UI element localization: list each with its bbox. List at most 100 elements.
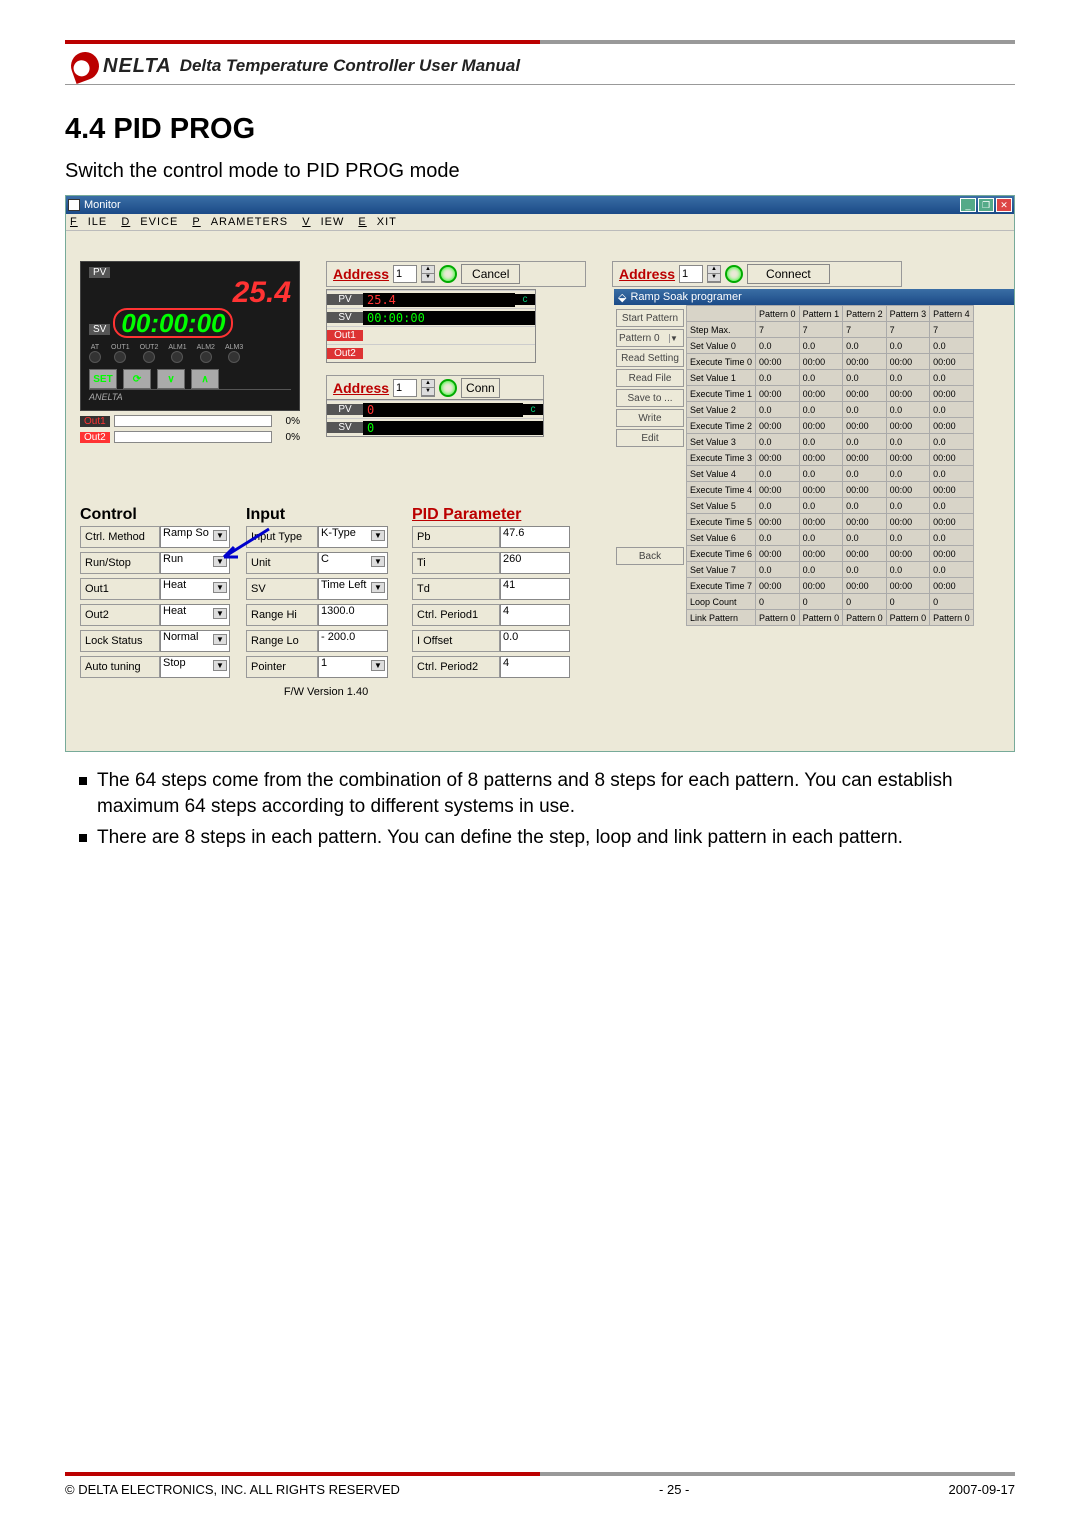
panel-key[interactable]: ∧	[191, 369, 219, 389]
status-led-icon	[143, 351, 155, 363]
ramp-button[interactable]: Read Setting	[616, 349, 684, 367]
ramp-button[interactable]: Pattern 0▼	[616, 329, 684, 347]
footer-left: © DELTA ELECTRONICS, INC. ALL RIGHTS RES…	[65, 1482, 400, 1497]
pv-panel: PV 25.4 SV 00:00:00 ATOUT1OUT2ALM1ALM2AL…	[80, 261, 300, 443]
address-label-3: Address	[333, 380, 389, 396]
ramp-button[interactable]: Start Pattern	[616, 309, 684, 327]
menu-file[interactable]: FILE	[70, 216, 107, 228]
address-input-1[interactable]	[393, 265, 417, 283]
table-row[interactable]: Set Value 30.00.00.00.00.0	[687, 434, 974, 450]
table-row[interactable]: Set Value 70.00.00.00.00.0	[687, 562, 974, 578]
field-value[interactable]: K-Type	[318, 526, 388, 548]
table-row[interactable]: Execute Time 600:0000:0000:0000:0000:00	[687, 546, 974, 562]
pv-value: 25.4	[89, 278, 291, 308]
ramp-button[interactable]: Read File	[616, 369, 684, 387]
table-row[interactable]: Set Value 50.00.00.00.00.0	[687, 498, 974, 514]
menu-exit[interactable]: EXIT	[358, 216, 396, 228]
menubar[interactable]: FILE DEVICE PARAMETERS VIEW EXIT	[66, 214, 1014, 231]
status-led-icon	[228, 351, 240, 363]
field-value[interactable]: - 200.0	[318, 630, 388, 652]
ramp-button[interactable]: Save to ...	[616, 389, 684, 407]
field-label: Out2	[80, 604, 160, 626]
menu-device[interactable]: DEVICE	[121, 216, 178, 228]
led-label: AT	[89, 344, 101, 351]
table-row[interactable]: Execute Time 000:0000:0000:0000:0000:00	[687, 354, 974, 370]
input-title: Input	[246, 506, 406, 524]
table-row[interactable]: Execute Time 400:0000:0000:0000:0000:00	[687, 482, 974, 498]
connect-button[interactable]: Connect	[747, 264, 830, 284]
ramp-button[interactable]: Edit	[616, 429, 684, 447]
panel-key[interactable]: ∨	[157, 369, 185, 389]
address-bar-2: Address ▲▼ Connect	[612, 261, 902, 287]
field-value[interactable]: Heat	[160, 578, 230, 600]
table-row[interactable]: Set Value 20.00.00.00.00.0	[687, 402, 974, 418]
field-value[interactable]: Ramp So	[160, 526, 230, 548]
table-row[interactable]: Set Value 10.00.00.00.00.0	[687, 370, 974, 386]
conn-button[interactable]: Conn	[461, 378, 500, 398]
status-led-icon	[114, 351, 126, 363]
mini-pv-panel-1: PV25.4c SV00:00:00 Out1 Out2	[326, 289, 536, 363]
close-button[interactable]: ✕	[996, 198, 1012, 212]
panel-brand: ANELTA	[89, 389, 291, 402]
titlebar[interactable]: Monitor _ ❐ ✕	[66, 196, 1014, 214]
mini-pv-panel-2: PV0c SV0	[326, 399, 544, 437]
field-label: Ti	[412, 552, 500, 574]
field-label: Run/Stop	[80, 552, 160, 574]
field-value[interactable]: Run	[160, 552, 230, 574]
address-label-2: Address	[619, 266, 675, 282]
field-value[interactable]: 41	[500, 578, 570, 600]
out2-tag: Out2	[80, 432, 110, 443]
table-row[interactable]: Execute Time 200:0000:0000:0000:0000:00	[687, 418, 974, 434]
field-value[interactable]: Heat	[160, 604, 230, 626]
minimize-button[interactable]: _	[960, 198, 976, 212]
sv-value: 00:00:00	[113, 308, 233, 338]
field-value[interactable]: 260	[500, 552, 570, 574]
field-value[interactable]: Normal	[160, 630, 230, 652]
table-row[interactable]: Set Value 00.00.00.00.00.0	[687, 338, 974, 354]
address-input-3[interactable]	[393, 379, 417, 397]
ramp-table[interactable]: Pattern 0Pattern 1Pattern 2Pattern 3Patt…	[686, 305, 974, 626]
menu-view[interactable]: VIEW	[302, 216, 344, 228]
out2-bar	[114, 431, 272, 443]
mini1-o2: Out2	[327, 348, 363, 359]
field-value[interactable]: C	[318, 552, 388, 574]
table-row[interactable]: Execute Time 300:0000:0000:0000:0000:00	[687, 450, 974, 466]
led-label: ALM2	[197, 344, 215, 351]
field-label: Unit	[246, 552, 318, 574]
table-row[interactable]: Step Max.77777	[687, 322, 974, 338]
address-spinner-3[interactable]: ▲▼	[421, 379, 435, 397]
maximize-button[interactable]: ❐	[978, 198, 994, 212]
field-label: Input Type	[246, 526, 318, 548]
table-row[interactable]: Execute Time 100:0000:0000:0000:0000:00	[687, 386, 974, 402]
ramp-title: Ramp Soak programer	[630, 291, 741, 303]
table-row[interactable]: Link PatternPattern 0Pattern 0Pattern 0P…	[687, 610, 974, 626]
menu-parameters[interactable]: PARAMETERS	[192, 216, 288, 228]
field-value[interactable]: Time Left	[318, 578, 388, 600]
ramp-button[interactable]: Back	[616, 547, 684, 565]
table-row[interactable]: Set Value 60.00.00.00.00.0	[687, 530, 974, 546]
table-row[interactable]: Set Value 40.00.00.00.00.0	[687, 466, 974, 482]
panel-key[interactable]: SET	[89, 369, 117, 389]
panel-key[interactable]: ⟳	[123, 369, 151, 389]
field-value[interactable]: Stop	[160, 656, 230, 678]
window-icon	[68, 199, 80, 211]
table-row[interactable]: Loop Count00000	[687, 594, 974, 610]
field-label: Auto tuning	[80, 656, 160, 678]
table-row[interactable]: Execute Time 500:0000:0000:0000:0000:00	[687, 514, 974, 530]
address-spinner-1[interactable]: ▲▼	[421, 265, 435, 283]
ramp-button[interactable]: Write	[616, 409, 684, 427]
field-value[interactable]: 1	[318, 656, 388, 678]
cancel-button[interactable]: Cancel	[461, 264, 520, 284]
address-spinner-2[interactable]: ▲▼	[707, 265, 721, 283]
field-value[interactable]: 1300.0	[318, 604, 388, 626]
ramp-col-header	[687, 306, 756, 322]
table-row[interactable]: Execute Time 700:0000:0000:0000:0000:00	[687, 578, 974, 594]
field-value[interactable]: 0.0	[500, 630, 570, 652]
field-value[interactable]: 47.6	[500, 526, 570, 548]
footer-center: - 25 -	[659, 1482, 689, 1497]
status-led-1	[439, 265, 457, 283]
bullet-item: There are 8 steps in each pattern. You c…	[79, 825, 1015, 851]
address-input-2[interactable]	[679, 265, 703, 283]
field-value[interactable]: 4	[500, 656, 570, 678]
field-value[interactable]: 4	[500, 604, 570, 626]
